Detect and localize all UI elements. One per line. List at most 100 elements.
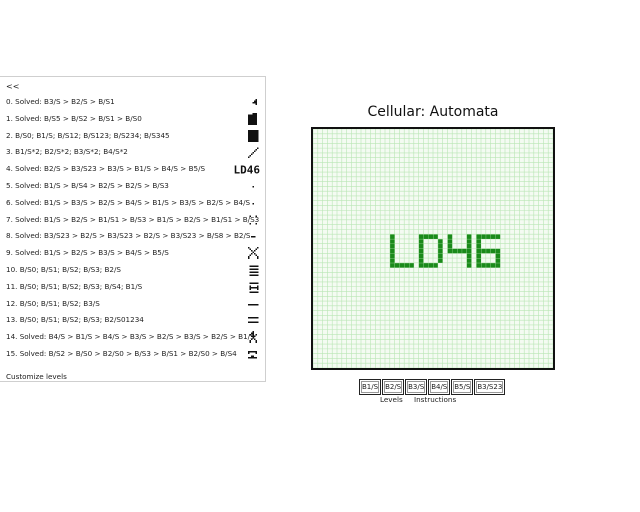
level-item[interactable]: 2. B/S0; B1/S; B/S12; B/S123; B/S234; B/… <box>6 129 260 143</box>
live-cell[interactable] <box>486 248 491 254</box>
live-cell[interactable] <box>390 239 395 244</box>
live-cell[interactable] <box>418 234 424 239</box>
live-cell[interactable] <box>466 263 472 268</box>
level-item[interactable]: 9. Solved: B1/S > B2/S > B3/S > B4/S > B… <box>6 246 260 260</box>
live-cell[interactable] <box>476 244 482 249</box>
live-cell[interactable] <box>495 263 501 268</box>
levels-link[interactable]: Levels <box>380 395 403 404</box>
live-cell[interactable] <box>495 258 501 263</box>
rule-button[interactable]: B3/S23 <box>474 379 506 395</box>
level-item[interactable]: 12. B/S0; B/S1; B/S2; B3/S <box>6 297 260 311</box>
level-item[interactable]: 7. Solved: B1/S > B2/S > B1/S1 > B/S3 > … <box>6 213 260 227</box>
single-dot-pattern-icon <box>252 202 254 205</box>
level-label: 12. B/S0; B/S1; B/S2; B3/S <box>6 298 100 308</box>
solid-square-pattern-icon <box>248 129 259 142</box>
live-cell[interactable] <box>476 239 482 244</box>
live-cell[interactable] <box>490 263 496 268</box>
back-button[interactable]: << <box>6 82 19 91</box>
live-cell[interactable] <box>466 248 472 254</box>
rule-button[interactable]: B2/S <box>382 379 405 395</box>
live-cell[interactable] <box>447 244 453 249</box>
live-cell[interactable] <box>428 234 434 239</box>
live-cell[interactable] <box>476 258 482 263</box>
live-cell[interactable] <box>466 258 472 263</box>
live-cell[interactable] <box>438 258 443 263</box>
rule-button[interactable]: B5/S <box>451 379 474 395</box>
level-label: 9. Solved: B1/S > B2/S > B3/S > B4/S > B… <box>6 248 169 258</box>
four-dots-pattern-icon <box>249 215 257 225</box>
live-cell[interactable] <box>476 248 482 254</box>
live-cell[interactable] <box>390 248 395 254</box>
live-cell[interactable] <box>394 263 400 268</box>
live-cell[interactable] <box>452 248 458 254</box>
live-cell[interactable] <box>399 263 405 268</box>
live-cell[interactable] <box>428 263 434 268</box>
level-item[interactable]: 4. Solved: B2/S > B3/S23 > B3/S > B1/S >… <box>6 162 260 176</box>
customize-levels-link[interactable]: Customize levels <box>6 372 67 381</box>
live-cell[interactable] <box>462 248 467 254</box>
rule-button[interactable]: B1/S <box>359 379 382 395</box>
rule-button[interactable]: B4/S <box>428 379 451 395</box>
live-cell[interactable] <box>438 248 443 254</box>
live-cell[interactable] <box>404 263 410 268</box>
level-item[interactable]: 13. B/S0; B/S1; B/S2; B/S3; B2/S01234 <box>6 313 260 327</box>
live-cell[interactable] <box>486 234 491 239</box>
live-cell[interactable] <box>433 234 438 239</box>
level-item[interactable]: 15. Solved: B/S2 > B/S0 > B2/S0 > B/S3 >… <box>6 347 260 361</box>
live-cell[interactable] <box>476 263 482 268</box>
level-item[interactable]: 0. Solved: B3/S > B2/S > B/S1 <box>6 95 260 109</box>
level-item[interactable]: 3. B1/S*2; B2/S*2; B3/S*2; B4/S*2 <box>6 145 260 159</box>
instructions-link[interactable]: Instructions <box>414 395 456 404</box>
rule-button[interactable]: B3/S <box>405 379 428 395</box>
svg-text:LD46: LD46 <box>234 164 260 176</box>
live-cell[interactable] <box>423 234 429 239</box>
live-cell[interactable] <box>390 253 395 259</box>
live-cell[interactable] <box>466 253 472 259</box>
live-cell[interactable] <box>418 239 424 244</box>
live-cell[interactable] <box>457 248 462 254</box>
live-cell[interactable] <box>418 263 424 268</box>
live-cell[interactable] <box>490 248 496 254</box>
level-item[interactable]: 8. Solved: B3/S23 > B2/S > B3/S23 > B2/S… <box>6 229 260 243</box>
live-cell[interactable] <box>486 263 491 268</box>
live-cell[interactable] <box>438 239 443 244</box>
live-cell[interactable] <box>495 248 501 254</box>
live-cell[interactable] <box>409 263 414 268</box>
level-item[interactable]: 10. B/S0; B/S1; B/S2; B/S3; B2/S <box>6 263 260 277</box>
live-cell[interactable] <box>390 258 395 263</box>
live-cell[interactable] <box>466 244 472 249</box>
level-item[interactable]: 1. Solved: B/S5 > B/S2 > B/S1 > B/S0 <box>6 112 260 126</box>
live-cell[interactable] <box>447 248 453 254</box>
level-item[interactable]: 11. B/S0; B/S1; B/S2; B/S3; B/S4; B1/S <box>6 280 260 294</box>
live-cell[interactable] <box>466 239 472 244</box>
live-cell[interactable] <box>418 253 424 259</box>
level-item[interactable]: 14. Solved: B4/S > B1/S > B4/S > B3/S > … <box>6 330 260 344</box>
live-cell[interactable] <box>447 234 453 239</box>
live-cell[interactable] <box>418 248 424 254</box>
live-cell[interactable] <box>390 234 395 239</box>
board-grid[interactable] <box>313 129 553 368</box>
live-cell[interactable] <box>495 234 501 239</box>
live-cell[interactable] <box>481 234 486 239</box>
live-cell[interactable] <box>481 248 486 254</box>
single-dot-pattern-icon <box>252 186 254 188</box>
game-board[interactable] <box>311 127 555 370</box>
live-cell[interactable] <box>433 263 438 268</box>
live-cell[interactable] <box>476 253 482 259</box>
live-cell[interactable] <box>390 244 395 249</box>
live-cell[interactable] <box>490 234 496 239</box>
live-cell[interactable] <box>438 244 443 249</box>
live-cell[interactable] <box>495 253 501 259</box>
live-cell[interactable] <box>418 244 424 249</box>
live-cell[interactable] <box>466 234 472 239</box>
live-cell[interactable] <box>481 263 486 268</box>
level-item[interactable]: 6. Solved: B1/S > B3/S > B2/S > B4/S > B… <box>6 196 260 210</box>
live-cell[interactable] <box>390 263 395 268</box>
level-item[interactable]: 5. Solved: B1/S > B/S4 > B2/S > B2/S > B… <box>6 179 260 193</box>
game-title: Cellular: Automata <box>367 104 499 120</box>
live-cell[interactable] <box>423 263 429 268</box>
live-cell[interactable] <box>447 239 453 244</box>
live-cell[interactable] <box>418 258 424 263</box>
live-cell[interactable] <box>438 253 443 259</box>
live-cell[interactable] <box>476 234 482 239</box>
